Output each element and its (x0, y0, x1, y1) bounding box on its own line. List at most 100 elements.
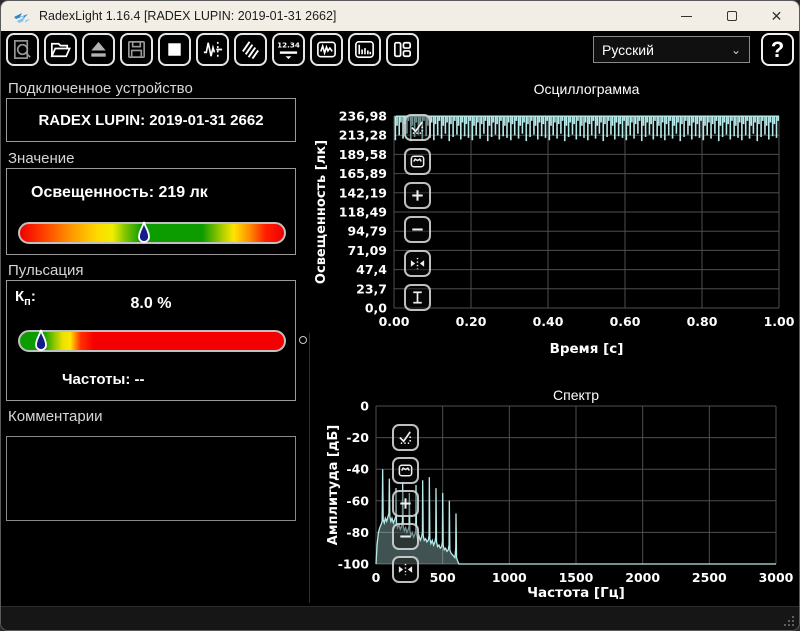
pulsation-scale-bar (18, 329, 286, 352)
layout-panels-button[interactable] (386, 33, 419, 66)
save-icon (128, 41, 145, 58)
device-box: RADEX LUPIN: 2019-01-31 2662 (6, 98, 296, 142)
svg-text:12.34: 12.34 (277, 41, 300, 50)
zoom-document-button[interactable] (6, 33, 39, 66)
autoscale-icon (399, 431, 412, 445)
status-bar (1, 606, 799, 630)
device-section-label: Подключенное устройство (8, 80, 193, 97)
zoom-out-icon (412, 228, 423, 231)
app-window: RadexLight 1.16.4 [RADEX LUPIN: 2019-01-… (0, 0, 800, 631)
spectrum-yaxis-label: Амплитуда [дБ] (326, 424, 341, 546)
numeric-display-icon: 12.34 (277, 41, 300, 60)
oscillogram-chart[interactable]: 0.00 0.20 0.40 0.60 0.80 1.00 236,98 213,28 189,… (309, 99, 800, 364)
zoom-document-icon (14, 40, 31, 59)
numeric-display-button[interactable]: 12.34 (272, 33, 305, 66)
svg-text:236,98: 236,98 (339, 109, 387, 124)
pulsation-box: Кп: 8.0 % Частоты: -- (6, 280, 296, 401)
spectrum-chart[interactable]: 0 500 1000 1500 2000 2500 3000 0 -20 -40 -60 -80 -10… (309, 399, 800, 594)
chevron-down-icon: ⌄ (730, 42, 741, 57)
oscillogram-zoom-out-button[interactable] (404, 216, 431, 243)
spectrum-zoom-out-button[interactable] (392, 523, 419, 550)
svg-text:2500: 2500 (692, 570, 727, 585)
svg-text:3000: 3000 (759, 570, 794, 585)
title-bar: RadexLight 1.16.4 [RADEX LUPIN: 2019-01-… (1, 1, 799, 31)
minimize-icon (681, 15, 692, 17)
save-file-button[interactable] (120, 33, 153, 66)
oscillogram-fit-vertical-button[interactable] (404, 284, 431, 311)
autoscale-icon (411, 121, 424, 135)
comments-textarea[interactable] (6, 436, 296, 521)
close-icon: ✕ (770, 8, 783, 24)
spectrum-fit-horizontal-button[interactable] (392, 556, 419, 583)
maximize-icon (726, 11, 737, 21)
spectrum-zoom-in-button[interactable] (392, 490, 419, 517)
oscillogram-zoom-in-button[interactable] (404, 182, 431, 209)
svg-text:1500: 1500 (559, 570, 594, 585)
svg-text:1.00: 1.00 (764, 314, 795, 329)
svg-text:-20: -20 (346, 430, 369, 445)
svg-text:2000: 2000 (625, 570, 660, 585)
toolbar: 12.34 Русский ⌄ ? (1, 31, 799, 68)
fit-horizontal-icon (398, 563, 413, 576)
oscillogram-xaxis-label: Время [с] (549, 341, 624, 357)
spectrum-fit-button[interactable] (392, 457, 419, 484)
svg-text:47,4: 47,4 (356, 262, 387, 277)
svg-text:0.40: 0.40 (533, 314, 564, 329)
fit-window-icon (410, 155, 425, 168)
window-title: RadexLight 1.16.4 [RADEX LUPIN: 2019-01-… (39, 9, 337, 23)
value-section-label: Значение (8, 150, 75, 167)
svg-text:165,89: 165,89 (339, 166, 387, 181)
wave-sensor-icon (242, 41, 259, 60)
svg-text:-40: -40 (346, 462, 369, 477)
svg-text:189,58: 189,58 (339, 147, 387, 162)
svg-text:118,49: 118,49 (339, 205, 387, 220)
svg-text:23,7: 23,7 (356, 281, 387, 296)
zoom-in-icon (400, 498, 411, 509)
oscillogram-title: Осциллограмма (533, 81, 640, 97)
main-content: Подключенное устройство RADEX LUPIN: 201… (1, 68, 799, 608)
resize-grip[interactable] (782, 614, 795, 627)
pulse-measure-button[interactable] (196, 33, 229, 66)
app-logo-icon (14, 13, 30, 23)
spectrum-view-button[interactable] (348, 33, 381, 66)
svg-text:500: 500 (430, 570, 456, 585)
oscillogram-yaxis-label: Освещенность [лк] (314, 139, 329, 285)
spectrum-autoscale-button[interactable] (392, 424, 419, 451)
oscillogram-view-icon (317, 41, 336, 58)
layout-panels-icon (393, 41, 412, 58)
oscillogram-fit-button[interactable] (404, 148, 431, 175)
illuminance-scale-bar (18, 221, 286, 244)
open-folder-button[interactable] (44, 33, 77, 66)
close-button[interactable]: ✕ (754, 1, 799, 31)
eject-device-button[interactable] (82, 33, 115, 66)
language-value: Русский (602, 41, 654, 58)
oscillogram-view-button[interactable] (310, 33, 343, 66)
help-button[interactable]: ? (761, 33, 794, 66)
minimize-button[interactable] (664, 1, 709, 31)
svg-text:0.60: 0.60 (610, 314, 641, 329)
pulsation-marker-icon (35, 329, 48, 351)
svg-text:0.80: 0.80 (687, 314, 718, 329)
fit-vertical-icon (413, 291, 422, 304)
comments-section-label: Комментарии (8, 408, 103, 425)
oscillogram-autoscale-button[interactable] (404, 114, 431, 141)
svg-text:-80: -80 (346, 525, 369, 540)
svg-text:0: 0 (360, 399, 369, 414)
svg-text:213,28: 213,28 (339, 128, 387, 143)
svg-text:0.20: 0.20 (456, 314, 487, 329)
stop-measurement-button[interactable] (158, 33, 191, 66)
svg-text:0: 0 (372, 570, 381, 585)
oscillogram-fit-horizontal-button[interactable] (404, 250, 431, 277)
kp-value: 8.0 % (130, 295, 172, 312)
language-select[interactable]: Русский ⌄ (593, 36, 750, 63)
maximize-button[interactable] (709, 1, 754, 31)
fit-window-icon (398, 464, 413, 477)
pulse-measure-icon (203, 41, 223, 58)
illuminance-marker-icon (138, 221, 150, 243)
frequencies-text: Частоты: -- (62, 371, 145, 388)
svg-text:142,19: 142,19 (339, 185, 387, 200)
fit-horizontal-icon (410, 257, 425, 270)
splitter-grip[interactable] (299, 336, 307, 344)
eject-icon (91, 41, 106, 57)
wave-sensor-button[interactable] (234, 33, 267, 66)
